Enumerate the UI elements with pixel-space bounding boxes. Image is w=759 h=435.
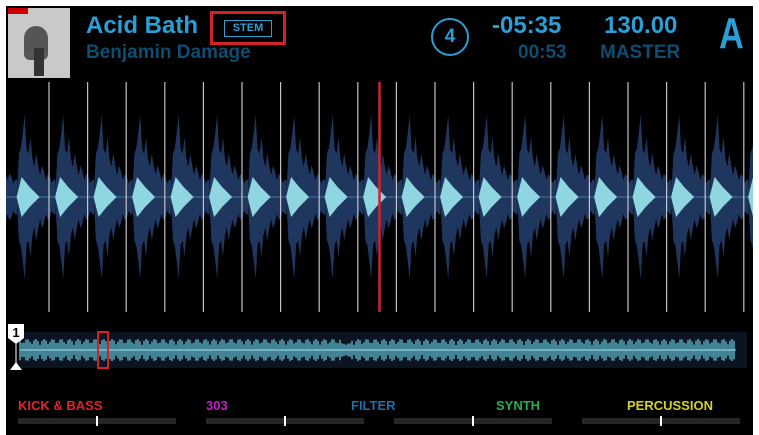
waveform-body (6, 173, 17, 221)
stem-highlight-box: STEM (210, 11, 286, 45)
stem-volume-filter[interactable] (394, 416, 552, 426)
time-remaining: -05:35 (492, 12, 562, 39)
stem-volume-synth-percussion[interactable] (582, 416, 740, 426)
stem-label-synth: SYNTH (496, 398, 541, 413)
stem-label-kick-bass: KICK & BASS (18, 398, 103, 413)
stems-bar: KICK & BASS 303 FILTER SYNTH PERCUSSION (6, 390, 753, 435)
bpm-display: 130.00 (604, 12, 678, 39)
track-artist: Benjamin Damage (86, 42, 251, 63)
stem-volume-kick-bass[interactable] (18, 416, 176, 426)
deck-display: Acid Bath Benjamin Damage STEM 4 -05:35 … (6, 6, 753, 390)
stem-label-303: 303 (206, 398, 228, 413)
stem-label-filter: FILTER (351, 398, 396, 413)
time-elapsed: 00:53 (518, 42, 567, 63)
stem-volume-303[interactable] (206, 416, 364, 426)
stem-badge: STEM (224, 20, 272, 37)
track-title: Acid Bath (86, 12, 199, 39)
cue-marker-label: 1 (12, 325, 19, 340)
album-art (8, 8, 70, 78)
screen: Acid Bath Benjamin Damage STEM 4 -05:35 … (0, 0, 759, 435)
stem-label-percussion: PERCUSSION (627, 398, 713, 413)
beat-counter: 4 (431, 18, 469, 56)
sync-mode: MASTER (600, 42, 681, 63)
track-overview[interactable]: 1 (6, 320, 753, 372)
waveform-main[interactable] (6, 82, 753, 312)
deck-letter: A (719, 9, 744, 58)
